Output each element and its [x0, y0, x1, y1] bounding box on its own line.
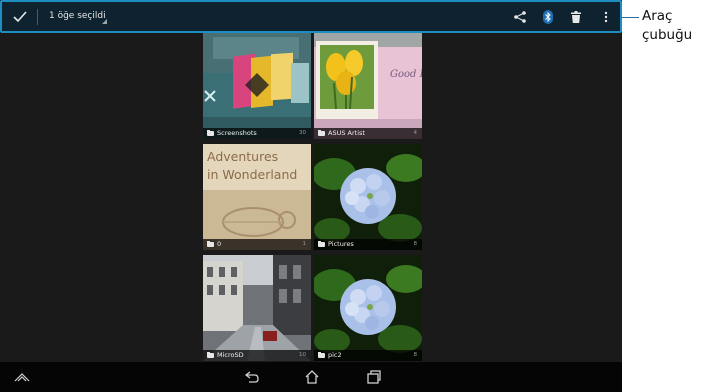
- book-title-line2: in Wonderland: [207, 167, 298, 182]
- back-button[interactable]: [238, 362, 266, 392]
- album-caption-bar: pic2 8: [314, 350, 422, 361]
- card-greeting-text: Good Lu: [390, 69, 422, 80]
- book-title: Adventures in Wonderland: [207, 148, 297, 184]
- folder-icon: [207, 352, 214, 358]
- action-bar: 1 öğe seçildi: [0, 0, 622, 33]
- album-count: 8: [413, 352, 418, 358]
- delete-button[interactable]: [564, 2, 588, 31]
- album-thumbnail: [203, 33, 311, 139]
- recent-apps-icon: [367, 370, 381, 384]
- album-thumbnail: [203, 255, 311, 361]
- chevron-up-icon: [14, 373, 30, 382]
- notifications-toggle-button[interactable]: [8, 362, 36, 392]
- album-name: ASUS Artist: [328, 129, 365, 137]
- album-count: 30: [299, 130, 306, 136]
- selection-dropdown-indicator: [102, 19, 107, 24]
- folder-icon: [318, 241, 325, 247]
- album-caption-bar: Screenshots 30: [203, 128, 311, 139]
- album-caption-bar: ASUS Artist 4: [314, 128, 422, 139]
- back-icon: [244, 371, 259, 383]
- album-tile-asus-artist[interactable]: Good Lu ASUS Artist 4: [314, 33, 422, 139]
- book-title-line1: Adventures: [207, 149, 279, 164]
- album-name: pic2: [328, 351, 342, 359]
- bluetooth-share-button[interactable]: [536, 2, 560, 31]
- album-name: Screenshots: [217, 129, 257, 137]
- album-count: 10: [299, 352, 306, 358]
- tablet-screen: 1 öğe seçildi Screenshots 30 Good ASUS A…: [0, 0, 622, 392]
- album-thumbnail: [314, 33, 422, 139]
- album-tile-pic2[interactable]: pic2 8: [314, 255, 422, 361]
- album-count: 8: [413, 241, 418, 247]
- action-bar-divider: [37, 9, 38, 25]
- album-grid: Screenshots 30 Good Lu ASUS Artist: [0, 33, 622, 362]
- album-count: 4: [413, 130, 418, 136]
- home-button[interactable]: [298, 362, 326, 392]
- folder-icon: [207, 130, 214, 136]
- folder-icon: [318, 130, 325, 136]
- done-button[interactable]: [6, 2, 34, 31]
- callout-line2: çubuğu: [642, 27, 693, 43]
- recent-apps-button[interactable]: [360, 362, 388, 392]
- overflow-menu-button[interactable]: [596, 2, 616, 31]
- folder-icon: [207, 241, 214, 247]
- system-navigation-bar: [0, 362, 622, 392]
- callout-leader-line: [621, 17, 639, 18]
- album-thumbnail: [314, 144, 422, 250]
- overflow-menu-icon: [604, 11, 608, 22]
- share-icon: [514, 10, 526, 23]
- album-count: 1: [302, 241, 307, 247]
- callout-line1: Araç: [642, 8, 673, 24]
- trash-icon: [571, 10, 581, 23]
- bluetooth-icon: [543, 9, 553, 24]
- toolbar-callout-label: Araç çubuğu: [642, 7, 706, 45]
- album-name: MicroSD: [217, 351, 244, 359]
- album-tile-microsd[interactable]: MicroSD 10: [203, 255, 311, 361]
- album-tile-pictures[interactable]: Pictures 8: [314, 144, 422, 250]
- album-caption-bar: 0 1: [203, 239, 311, 250]
- share-button[interactable]: [508, 2, 532, 31]
- selection-count-label[interactable]: 1 öğe seçildi: [49, 2, 106, 31]
- album-tile-screenshots[interactable]: Screenshots 30: [203, 33, 311, 139]
- album-thumbnail: [314, 255, 422, 361]
- checkmark-icon: [13, 10, 27, 22]
- album-tile-0[interactable]: Adventures in Wonderland 0 1: [203, 144, 311, 250]
- album-caption-bar: Pictures 8: [314, 239, 422, 250]
- home-icon: [305, 370, 319, 384]
- album-name: 0: [217, 240, 222, 248]
- folder-icon: [318, 352, 325, 358]
- album-caption-bar: MicroSD 10: [203, 350, 311, 361]
- album-name: Pictures: [328, 240, 354, 248]
